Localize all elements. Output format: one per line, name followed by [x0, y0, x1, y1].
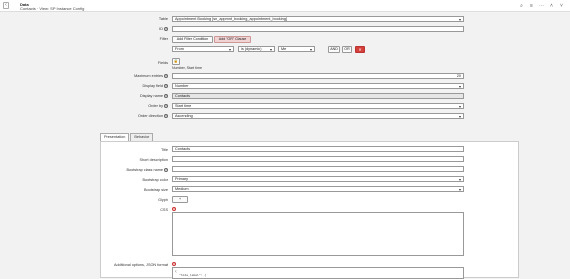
bootstrap-color-label: Bootstrap color: [142, 178, 168, 182]
glyph-picker-button[interactable]: +: [172, 196, 188, 203]
header-actions: ⌕ ≡ ⋯ ˄ ˅: [519, 3, 564, 9]
help-icon[interactable]: ?: [164, 27, 168, 31]
next-record-icon[interactable]: ˅: [559, 3, 564, 9]
more-options-icon[interactable]: ⋯: [539, 3, 544, 9]
display-field-select[interactable]: Number: [172, 83, 464, 89]
filter-remove-button[interactable]: ✕: [355, 46, 365, 53]
help-icon[interactable]: ?: [164, 94, 168, 98]
fields-lock-button[interactable]: 🔒: [172, 58, 180, 65]
additional-options-label: Additional options, JSON format: [113, 263, 168, 267]
previous-record-icon[interactable]: ˄: [549, 3, 554, 9]
filter-or-button[interactable]: OR: [342, 46, 352, 53]
help-icon[interactable]: ?: [164, 84, 168, 88]
order-by-select[interactable]: Start time: [172, 103, 464, 109]
tab-presentation[interactable]: Presentation: [100, 133, 130, 141]
help-icon[interactable]: ?: [164, 114, 168, 118]
header-subtitle: Contacts · View: SP Instance Config: [20, 6, 85, 11]
help-icon[interactable]: ?: [164, 104, 168, 108]
back-icon: ‹: [5, 2, 7, 8]
filter-value-select[interactable]: Me: [278, 46, 315, 52]
bootstrap-size-label: Bootstrap size: [143, 188, 168, 192]
form-header: ‹ Data Contacts · View: SP Instance Conf…: [0, 0, 570, 12]
maximum-entries-input[interactable]: 20: [172, 73, 464, 79]
fields-label: Fields: [157, 61, 168, 65]
order-by-label: Order by?: [148, 104, 168, 108]
add-or-clause-button[interactable]: Add "OR" Clause: [214, 36, 251, 43]
bootstrap-class-name-input[interactable]: [172, 166, 464, 172]
filter-label: Filter: [159, 37, 168, 41]
additional-options-editor[interactable]: { "hide_label": {: [172, 267, 464, 279]
bootstrap-color-select[interactable]: Primary: [172, 176, 464, 182]
required-icon: ?: [172, 207, 176, 211]
table-select[interactable]: Appointment Booking [sn_appmnt_booking_a…: [172, 16, 464, 22]
filter-operator-select[interactable]: is (dynamic): [238, 46, 275, 52]
filter-and-button[interactable]: AND: [328, 46, 340, 53]
id-label: ID?: [159, 27, 168, 31]
order-direction-select[interactable]: Ascending: [172, 113, 464, 119]
lock-icon: 🔒: [173, 59, 179, 63]
maximum-entries-label: Maximum entries?: [134, 74, 168, 78]
required-icon: ?: [172, 262, 176, 266]
title-label: Title: [160, 148, 168, 152]
attachment-icon[interactable]: ⌕: [519, 3, 524, 9]
section-tabs: Presentation Behavior: [100, 133, 154, 141]
id-input[interactable]: [172, 26, 464, 32]
settings-icon[interactable]: ≡: [529, 3, 534, 9]
short-description-label: Short description: [139, 158, 169, 162]
bootstrap-size-select[interactable]: Medium: [172, 186, 464, 192]
code-line: "hide_label": {: [179, 273, 207, 277]
css-textarea[interactable]: [172, 212, 464, 256]
filter-field-select[interactable]: From: [172, 46, 234, 52]
add-filter-condition-button[interactable]: Add Filter Condition: [172, 36, 213, 43]
title-input[interactable]: Contacts: [172, 146, 464, 152]
display-name-input: Contacts: [172, 93, 464, 99]
glyph-label: Glyph: [158, 198, 168, 202]
help-icon[interactable]: ?: [164, 168, 168, 172]
order-direction-label: Order direction?: [137, 114, 168, 118]
fields-value: Number, Start time: [172, 66, 202, 70]
table-label: Table: [158, 17, 168, 21]
tab-behavior[interactable]: Behavior: [130, 133, 154, 141]
help-icon[interactable]: ?: [164, 74, 168, 78]
short-description-input[interactable]: [172, 156, 464, 162]
bootstrap-class-name-label: Bootstrap class name?: [126, 168, 168, 172]
back-button[interactable]: ‹: [3, 2, 9, 9]
css-label: CSS: [160, 208, 168, 212]
display-name-label: Display name?: [139, 94, 168, 98]
display-field-label: Display field?: [142, 84, 168, 88]
